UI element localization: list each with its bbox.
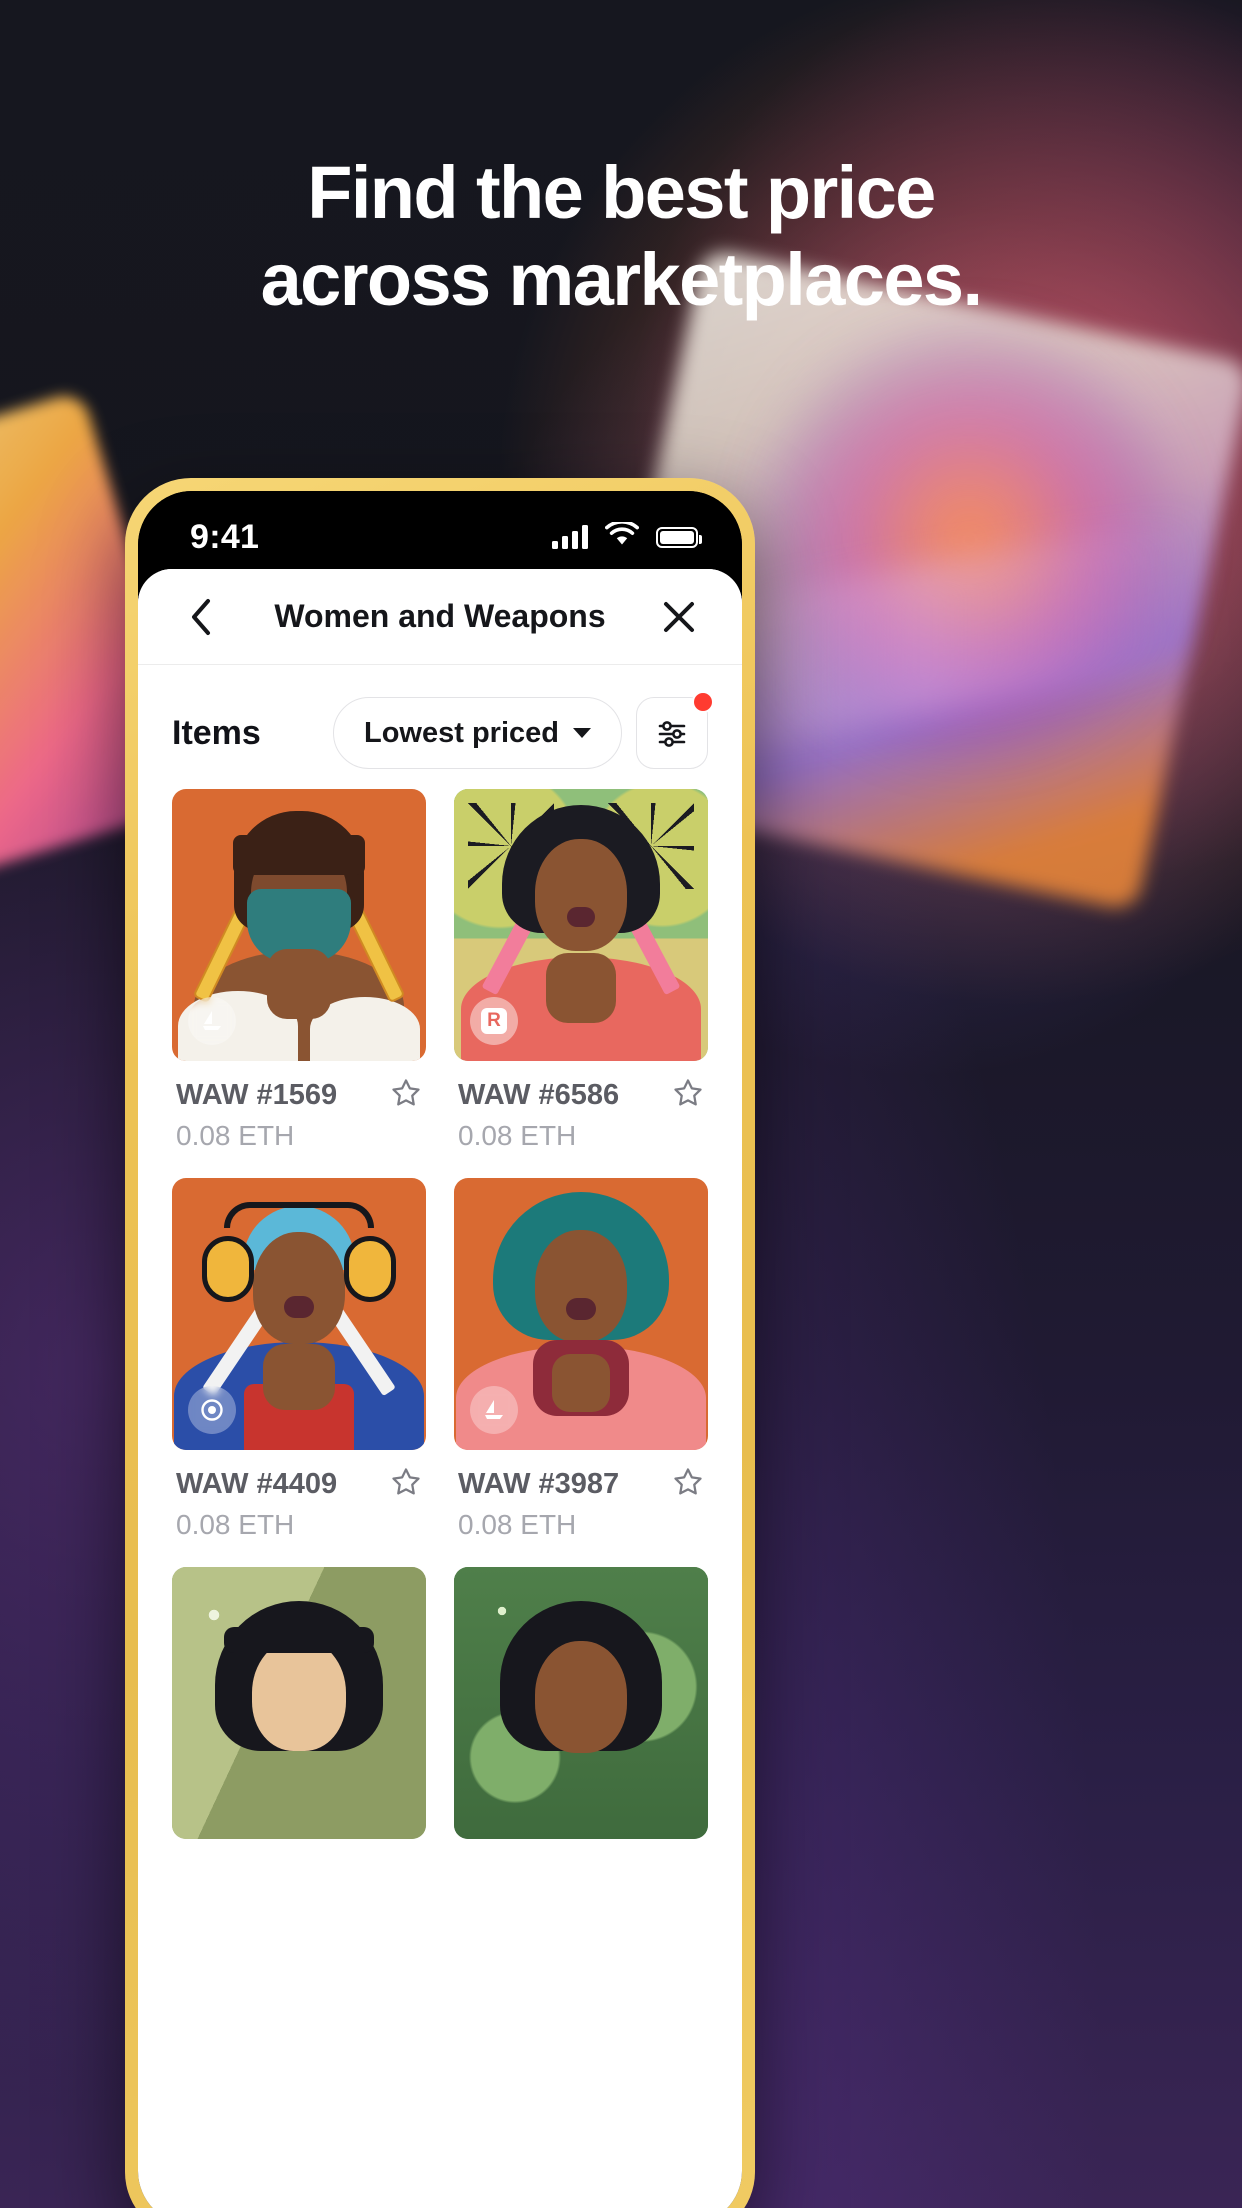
close-x-icon [664,601,694,632]
item-meta: WAW #3987 0.08 ETH [454,1450,708,1541]
filter-button[interactable] [636,691,714,769]
item-price: 0.08 ETH [458,1509,577,1540]
battery-full-icon [656,526,702,548]
items-label: Items [172,713,261,752]
favorite-button[interactable] [390,1466,422,1503]
phone-mockup: 9:41 Women and Weapons Items Lowest pric… [125,478,755,2208]
status-time: 9:41 [190,517,260,556]
item-name: WAW #6586 [458,1079,620,1111]
marketplace-badge-opensea [470,1386,518,1434]
item-meta [454,1839,708,1855]
sort-dropdown[interactable]: Lowest priced [333,697,622,769]
headline-line-2: across marketplaces. [260,237,983,321]
item-thumbnail[interactable] [454,1567,708,1839]
item-meta: WAW #4409 0.08 ETH [172,1450,426,1541]
marketplace-badge-looksrare [188,1386,236,1434]
favorite-button[interactable] [390,1077,422,1114]
favorite-button[interactable] [672,1077,704,1114]
chevron-down-icon [573,728,591,738]
promo-headline: Find the best price across marketplaces. [0,150,1242,323]
item-card[interactable] [172,1567,426,1861]
star-outline-icon [392,1079,420,1106]
opensea-sailboat-icon [203,1011,221,1030]
item-name: WAW #1569 [176,1079,338,1111]
nav-bar: Women and Weapons [138,569,742,665]
headline-line-1: Find the best price [307,151,936,234]
item-thumbnail[interactable] [172,1178,426,1450]
sort-dropdown-label: Lowest priced [364,716,559,749]
item-price: 0.08 ETH [176,1120,295,1151]
chevron-left-icon [192,598,210,635]
filter-active-badge [692,691,714,713]
item-card[interactable]: WAW #1569 0.08 ETH [172,789,426,1152]
status-icons [552,520,702,552]
item-card[interactable] [454,1567,708,1861]
item-price: 0.08 ETH [176,1509,295,1540]
star-outline-icon [392,1468,420,1495]
item-name: WAW #3987 [458,1468,620,1500]
nft-artwork [454,1567,708,1839]
star-outline-icon [674,1468,702,1495]
rarible-r-icon: R [481,1008,507,1034]
item-meta [172,1839,426,1855]
item-card[interactable]: R WAW #6586 0.08 ETH [454,789,708,1152]
item-thumbnail[interactable] [454,1178,708,1450]
star-outline-icon [674,1079,702,1106]
item-price: 0.08 ETH [458,1120,577,1151]
item-card[interactable]: WAW #3987 0.08 ETH [454,1178,708,1541]
nft-artwork [172,1567,426,1839]
app-sheet: Women and Weapons Items Lowest priced WA… [138,569,742,2208]
cellular-signal-icon [552,525,588,549]
item-thumbnail[interactable] [172,789,426,1061]
close-button[interactable] [648,586,710,648]
wifi-icon [605,520,639,552]
items-toolbar: Items Lowest priced [138,665,742,789]
item-meta: WAW #1569 0.08 ETH [172,1061,426,1152]
item-name: WAW #4409 [176,1468,338,1500]
status-bar: 9:41 [138,491,742,569]
item-meta: WAW #6586 0.08 ETH [454,1061,708,1152]
phone-screen: 9:41 Women and Weapons Items Lowest pric… [138,491,742,2208]
item-thumbnail[interactable] [172,1567,426,1839]
back-button[interactable] [170,586,232,648]
marketplace-badge-opensea [188,997,236,1045]
looksrare-circle-icon [201,1399,223,1421]
items-grid: WAW #1569 0.08 ETH R WAW #6586 0.08 ETH … [138,789,742,1861]
sliders-filter-icon [658,721,686,747]
favorite-button[interactable] [672,1466,704,1503]
marketplace-badge-rarible: R [470,997,518,1045]
item-card[interactable]: WAW #4409 0.08 ETH [172,1178,426,1541]
item-thumbnail[interactable]: R [454,789,708,1061]
opensea-sailboat-icon [485,1400,503,1419]
